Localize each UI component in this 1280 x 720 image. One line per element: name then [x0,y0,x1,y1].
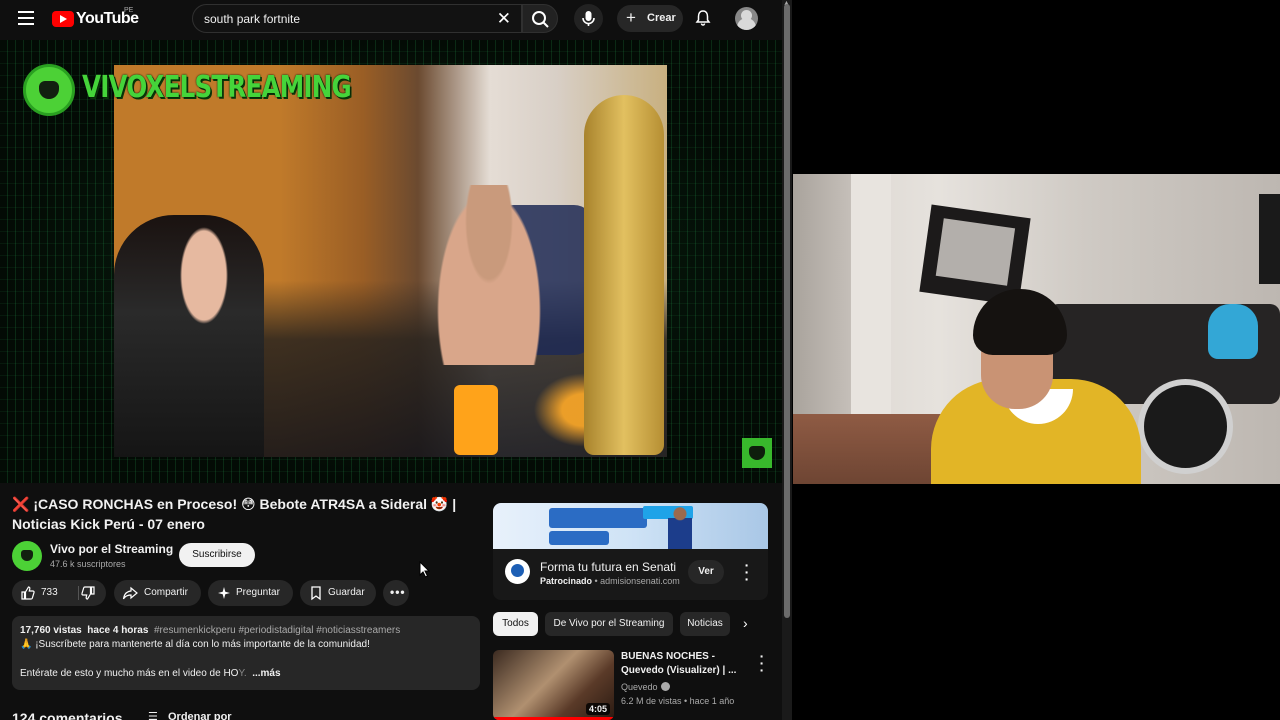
brand-overlay-text: VIVOXELSTREAMING [82,70,352,105]
sponsored-label: Patrocinado [540,576,593,586]
youtube-logo[interactable]: YouTube PE [52,7,139,29]
description-line-2: Entérate de esto y mucho más en el video… [20,667,472,681]
video-duration: 4:05 [585,703,610,715]
channel-watermark[interactable] [742,438,772,468]
ask-button[interactable]: Preguntar [208,580,293,606]
scene-candle [454,385,498,455]
webcam-overlay [793,174,1280,484]
save-label: Guardar [328,587,365,598]
cam-picture-frame [1259,194,1280,284]
cam-microphone [1138,379,1233,474]
more-horizontal-icon: ••• [390,585,406,599]
recommendation-title[interactable]: BUENAS NOCHES - Quevedo (Visualizer) | .… [621,650,749,678]
ad-domain: admisionsenati.com [600,576,680,586]
scrollbar-thumb[interactable] [784,4,790,618]
video-frame-scene [114,65,667,457]
plus-icon: + [626,8,636,27]
chevron-right-icon[interactable]: › [743,615,748,631]
ad-cta-button[interactable]: Ver [688,560,724,584]
save-button[interactable]: Guardar [300,580,376,606]
ad-more-icon[interactable]: · · · [744,558,750,586]
like-dislike-group: 733 [12,580,106,606]
video-title-text: ¡CASO RONCHAS en Proceso! 😳 Bebote ATR4S… [12,496,457,532]
sort-label: Ordenar por [168,711,232,720]
channel-name[interactable]: Vivo por el Streaming [50,542,173,556]
ad-banner-block [549,531,609,545]
senati-logo[interactable] [505,559,530,584]
recommendation-meta: 6.2 M de vistas • hace 1 año [621,696,735,706]
description-fade-text: Y. [238,668,247,679]
recommendation-channel[interactable]: Quevedo [621,682,670,692]
thumbs-down-icon[interactable] [80,585,96,604]
video-player[interactable]: VIVOXELSTREAMING [0,40,782,483]
bookmark-icon [308,585,324,604]
ad-banner-image[interactable] [493,503,768,549]
more-actions-button[interactable]: ••• [383,580,409,606]
sparkle-icon [216,585,232,604]
share-arrow-icon [122,585,138,604]
chip-all[interactable]: Todos [493,612,538,636]
filter-chips: Todos De Vivo por el Streaming Noticias … [493,612,778,636]
youtube-window: YouTube PE south park fortnite ✕ + Crear [0,0,782,720]
channel-avatar[interactable] [12,541,42,571]
recommendation-channel-name: Quevedo [621,682,658,692]
search-query: south park fortnite [204,12,301,26]
description-line-1: 🙏 ¡Suscríbete para mantenerte al día con… [20,639,370,650]
page-scrollbar[interactable]: ▲ [782,0,792,720]
scene-statue [584,95,664,455]
share-label: Compartir [144,587,188,598]
youtube-play-icon [52,11,74,27]
hashtags[interactable]: #resumenkickperu #periodistadigital #not… [154,625,400,636]
top-bar: YouTube PE south park fortnite ✕ + Crear [0,0,782,38]
ad-title[interactable]: Forma tu futura en Senati [540,560,676,574]
cam-plush-toy [1208,304,1258,359]
like-divider [78,586,79,600]
voice-search-button[interactable] [574,4,603,33]
description-line-2-text: Entérate de esto y mucho más en el video… [20,668,239,679]
search-button[interactable] [522,4,558,33]
comments-count: 124 comentarios [12,710,123,720]
ask-label: Preguntar [236,587,280,598]
recommendation-thumbnail[interactable]: 4:05 [493,650,614,720]
video-title: ❌ ¡CASO RONCHAS en Proceso! 😳 Bebote ATR… [12,494,472,534]
share-button[interactable]: Compartir [114,580,201,606]
close-icon[interactable]: ✕ [497,9,511,29]
ad-banner-person [668,505,692,549]
view-count: 17,760 vistas [20,625,82,636]
ad-banner-block [549,508,647,528]
verified-icon [660,682,670,691]
ad-meta: Patrocinado • admisionsenati.com [540,576,680,586]
channel-logo-overlay [23,64,75,116]
description-box[interactable]: 17,760 vistas hace 4 horas #resumenkickp… [12,616,480,690]
description-meta: 17,760 vistas hace 4 horas #resumenkickp… [20,624,472,638]
cam-floor [793,414,953,484]
chip-news[interactable]: Noticias [680,612,730,636]
account-avatar[interactable] [735,7,758,30]
show-more-link[interactable]: ...más [252,668,280,679]
search-input[interactable]: south park fortnite ✕ [192,4,522,33]
title-cross-emoji: ❌ [12,496,30,512]
search-icon [532,11,549,28]
upload-time: hace 4 horas [87,625,149,636]
bell-icon[interactable] [694,9,712,27]
microphone-icon [582,11,595,26]
scene-girl [114,215,264,457]
recommendation-more-icon[interactable]: · · · [759,649,765,677]
sort-comments-button[interactable]: ☰ Ordenar por [148,710,232,720]
sort-icon: ☰ [148,711,158,720]
thumbs-up-icon[interactable] [20,585,36,604]
create-label: Crear [647,12,676,24]
subscribe-button[interactable]: Suscribirse [179,543,255,567]
subscriber-count: 47.6 k suscriptores [50,559,126,569]
create-button[interactable]: + Crear [617,5,683,32]
chip-channel[interactable]: De Vivo por el Streaming [545,612,673,636]
hamburger-icon[interactable] [18,11,34,25]
ad-card[interactable]: Forma tu futura en Senati Patrocinado • … [493,549,768,600]
scene-man [434,185,544,365]
like-count[interactable]: 733 [41,587,58,598]
region-code: PE [124,7,134,14]
